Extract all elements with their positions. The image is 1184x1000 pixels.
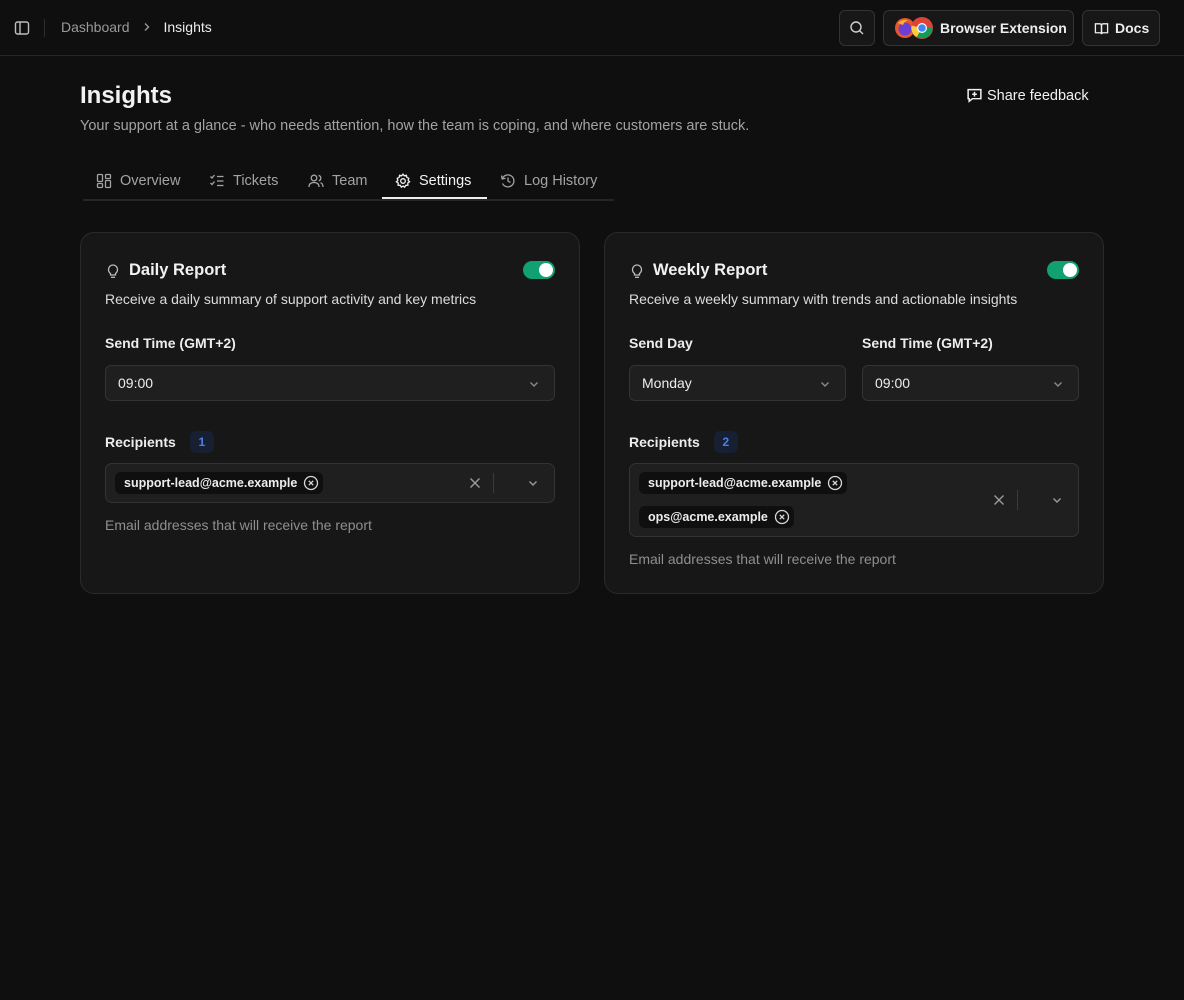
recipients-help-text: Email addresses that will receive the re… [105, 517, 372, 533]
divider [493, 473, 494, 493]
send-time-label: Send Time (GMT+2) [105, 335, 236, 351]
breadcrumb-current: Insights [163, 19, 212, 35]
weekly-report-toggle[interactable] [1047, 261, 1079, 279]
chevron-down-icon[interactable] [527, 477, 539, 489]
tab-settings[interactable]: Settings [395, 162, 471, 199]
chevron-down-icon[interactable] [1051, 494, 1063, 506]
recipient-email: ops@acme.example [648, 510, 768, 524]
weekly-report-header: Weekly Report [629, 261, 767, 280]
tab-label: Team [332, 172, 368, 189]
top-bar: Dashboard Insights Browser Extension Doc… [0, 0, 1184, 56]
weekly-recipients-input[interactable]: support-lead@acme.example ops@acme.examp… [629, 463, 1079, 537]
page-subtitle: Your support at a glance - who needs att… [80, 118, 750, 134]
weekly-report-title: Weekly Report [653, 261, 768, 279]
recipient-email: support-lead@acme.example [124, 476, 298, 490]
clear-all-icon[interactable] [468, 476, 482, 490]
remove-chip-icon[interactable] [827, 475, 843, 491]
divider [1017, 490, 1018, 510]
docs-label: Docs [1115, 20, 1150, 36]
breadcrumb: Dashboard Insights [61, 19, 212, 35]
tab-label: Settings [419, 172, 472, 189]
layout-dashboard-icon [96, 173, 112, 189]
search-button[interactable] [839, 10, 875, 46]
recipient-chip: support-lead@acme.example [639, 472, 848, 494]
tab-team[interactable]: Team [308, 162, 367, 199]
send-time-label: Send Time (GMT+2) [862, 335, 993, 351]
recipient-email: support-lead@acme.example [648, 476, 822, 490]
lightbulb-icon [629, 263, 645, 279]
list-checks-icon [209, 173, 225, 189]
chevron-down-icon [1052, 378, 1064, 390]
gear-icon [395, 172, 411, 189]
active-tab-indicator [382, 197, 487, 199]
toggle-knob [539, 263, 553, 277]
recipient-chip: ops@acme.example [639, 506, 794, 528]
recipients-label-text: Recipients [629, 434, 700, 450]
weekly-send-day-select[interactable]: Monday [629, 365, 846, 401]
daily-report-toggle[interactable] [523, 261, 555, 279]
browser-extension-button[interactable]: Browser Extension [883, 10, 1074, 46]
chevron-down-icon [528, 378, 540, 390]
daily-recipients-input[interactable]: support-lead@acme.example [105, 463, 555, 503]
chevron-down-icon [819, 378, 831, 390]
share-feedback-label: Share feedback [987, 87, 1089, 104]
browser-extension-label: Browser Extension [940, 20, 1067, 36]
lightbulb-icon [105, 263, 121, 279]
daily-report-title: Daily Report [129, 261, 227, 279]
page-title: Insights [80, 82, 173, 109]
remove-chip-icon[interactable] [303, 475, 319, 491]
recipients-label: Recipients 1 [105, 431, 214, 453]
daily-report-description: Receive a daily summary of support activ… [105, 291, 477, 307]
search-icon [849, 20, 865, 36]
recipients-help-text: Email addresses that will receive the re… [629, 551, 896, 567]
chevron-right-icon [142, 22, 152, 32]
weekly-report-card: Weekly Report Receive a weekly summary w… [604, 232, 1104, 594]
recipient-chip: support-lead@acme.example [115, 472, 324, 494]
weekly-send-time-select[interactable]: 09:00 [862, 365, 1079, 401]
send-day-label: Send Day [629, 335, 693, 351]
daily-send-time-select[interactable]: 09:00 [105, 365, 555, 401]
tab-bar: Overview Tickets Team Settings Log Histo… [83, 162, 614, 201]
recipients-count-badge: 1 [189, 431, 214, 453]
toggle-knob [1063, 263, 1077, 277]
book-icon [1094, 21, 1109, 36]
daily-report-card: Daily Report Receive a daily summary of … [80, 232, 580, 594]
remove-chip-icon[interactable] [774, 509, 790, 525]
tab-label: Tickets [233, 172, 279, 189]
history-icon [500, 173, 516, 189]
docs-button[interactable]: Docs [1082, 10, 1160, 46]
recipients-count-badge: 2 [713, 431, 738, 453]
sidebar-toggle-icon[interactable] [12, 18, 32, 38]
tab-label: Overview [120, 172, 181, 189]
tab-label: Log History [524, 172, 598, 189]
tab-log-history[interactable]: Log History [500, 162, 597, 199]
weekly-report-description: Receive a weekly summary with trends and… [629, 291, 1018, 307]
tab-tickets[interactable]: Tickets [209, 162, 278, 199]
tab-overview[interactable]: Overview [96, 162, 180, 199]
users-icon [308, 173, 324, 189]
clear-all-icon[interactable] [992, 493, 1006, 507]
divider [44, 19, 45, 37]
message-plus-icon [966, 87, 983, 104]
breadcrumb-dashboard-link[interactable]: Dashboard [61, 19, 130, 35]
select-value: Monday [642, 375, 692, 391]
select-value: 09:00 [118, 375, 154, 391]
recipients-label-text: Recipients [105, 434, 176, 450]
share-feedback-button[interactable]: Share feedback [966, 87, 1089, 104]
daily-report-header: Daily Report [105, 261, 226, 280]
browser-logos-icon [894, 16, 934, 40]
recipients-label: Recipients 2 [629, 431, 738, 453]
select-value: 09:00 [875, 375, 911, 391]
